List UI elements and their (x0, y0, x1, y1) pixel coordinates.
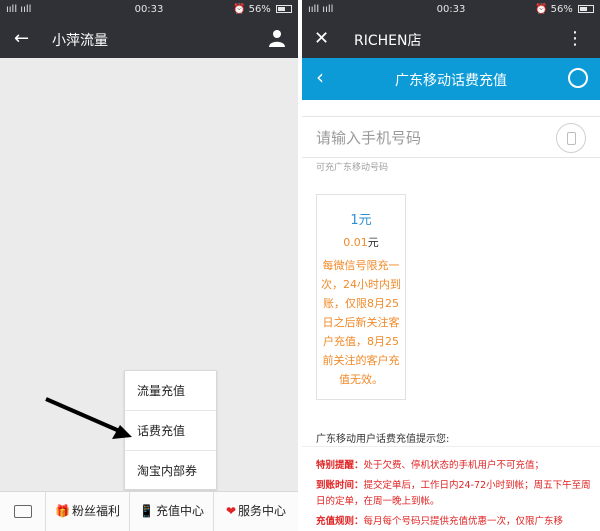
alarm-icon: ⏰ (534, 4, 548, 15)
price-unit: 元 (367, 236, 379, 249)
battery-icon (578, 5, 594, 13)
chat-header: ← 小萍流量 (0, 20, 298, 58)
keyboard-toggle[interactable] (0, 492, 46, 531)
price-amount: 0.01 (343, 236, 368, 249)
tip-item: 充值规则：每月每个号码只提供充值优惠一次，仅限广东移 (316, 514, 592, 530)
phone-icon: 📱 (139, 504, 154, 518)
face-value: 1元 (350, 213, 372, 228)
keyboard-icon (14, 505, 32, 518)
tip-key: 充值规则： (316, 516, 364, 527)
webview-header: ✕ RICHEN店 ⋮ (302, 20, 600, 58)
status-bar: ııll ııll 00:33 ⏰ 56% (302, 0, 600, 20)
page-title: 广东移动话费充值 (395, 73, 507, 89)
menu-service-center-label: 服务中心 (238, 504, 287, 518)
menu-recharge-center-label: 充值中心 (155, 504, 204, 518)
battery-indicator: ⏰ 56% (535, 4, 594, 15)
alarm-icon: ⏰ (232, 4, 246, 15)
phone-placeholder: 请输入手机号码 (316, 129, 422, 147)
left-screen: ııll ııll 00:33 ⏰ 56% ← 小萍流量 流量充值 话费充值 淘… (0, 0, 298, 531)
sale-price: 0.01元 (317, 234, 405, 250)
gift-icon: 🎁 (55, 504, 70, 518)
tips-heading: 广东移动用户话费充值提示您: (316, 434, 450, 445)
battery-percent: 56% (248, 4, 271, 15)
status-bar: ııll ııll 00:33 ⏰ 56% (0, 0, 298, 20)
right-screen: ııll ııll 00:33 ⏰ 56% ✕ RICHEN店 ⋮ ‹ 广东移动… (302, 0, 600, 531)
more-options-icon[interactable]: ⋮ (566, 28, 584, 49)
close-icon[interactable]: ✕ (314, 28, 329, 49)
tip-item: 到账时间：提交定单后，工作日内24-72小时到帐；周五下午至周日的定单，在周一晚… (316, 478, 592, 510)
input-hint: 可充广东移动号码 (316, 163, 389, 173)
menu-item-data-recharge[interactable]: 流量充值 (125, 371, 216, 411)
menu-service-center[interactable]: ❤ 服务中心 (214, 492, 298, 531)
menu-item-phone-recharge[interactable]: 话费充值 (125, 411, 216, 451)
battery-percent: 56% (550, 4, 573, 15)
tip-key: 特别提醒： (316, 460, 364, 471)
battery-icon (276, 5, 292, 13)
heart-icon: ❤ (225, 504, 237, 518)
bottom-menu-bar: 🎁 粉丝福利 📱 充值中心 ❤ 服务中心 (0, 491, 298, 531)
tip-value: 处于欠费、停机状态的手机用户不可充值； (363, 460, 545, 471)
menu-fan-benefits[interactable]: 🎁 粉丝福利 (46, 492, 130, 531)
phone-number-input[interactable]: 请输入手机号码 (302, 116, 600, 158)
menu-fan-benefits-label: 粉丝福利 (71, 504, 120, 518)
tip-item: 特别提醒：处于欠费、停机状态的手机用户不可充值； (316, 458, 592, 474)
menu-item-taobao-coupon[interactable]: 淘宝内部券 (125, 451, 216, 491)
profile-icon[interactable] (268, 29, 286, 47)
shop-title: RICHEN店 (354, 33, 422, 49)
offer-terms: 每微信号限充一次，24小时内到账，仅限8月25日之后新关注客户充值，8月25前关… (321, 259, 401, 386)
back-arrow-icon[interactable]: ← (14, 28, 29, 49)
page-header: ‹ 广东移动话费充值 (302, 58, 600, 100)
contacts-button[interactable] (556, 123, 586, 153)
submenu-popup: 流量充值 话费充值 淘宝内部券 (124, 370, 217, 490)
pointer-arrow-annotation (45, 397, 132, 439)
tip-value: 每月每个号码只提供充值优惠一次，仅限广东移 (363, 516, 564, 527)
tip-key: 到账时间： (316, 480, 364, 491)
user-center-icon[interactable] (568, 68, 588, 88)
recharge-option-card[interactable]: 1元 0.01元 每微信号限充一次，24小时内到账，仅限8月25日之后新关注客户… (316, 194, 406, 400)
mobile-device-icon (567, 132, 576, 145)
menu-recharge-center[interactable]: 📱 充值中心 (130, 492, 214, 531)
tips-divider (302, 446, 600, 447)
account-title: 小萍流量 (52, 33, 108, 49)
battery-indicator: ⏰ 56% (233, 4, 292, 15)
